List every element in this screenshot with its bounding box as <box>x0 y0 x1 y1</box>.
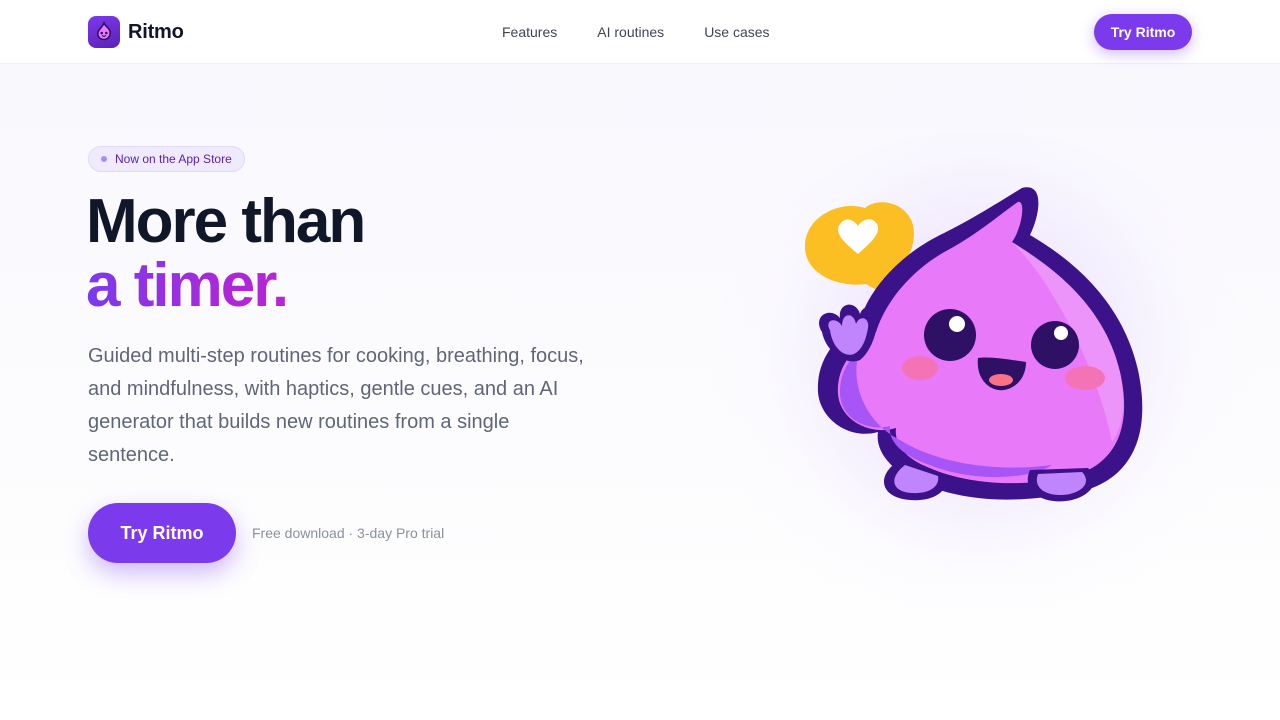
mascot-logo-icon <box>88 16 120 48</box>
main-nav: Features AI routines Use cases <box>502 22 770 42</box>
hero-headline: More than a timer. <box>86 187 366 318</box>
nav-link-features[interactable]: Features <box>502 22 557 42</box>
pricing-note: Free download · 3-day Pro trial <box>252 525 445 541</box>
headline-line-2: a timer. <box>86 254 364 318</box>
app-store-badge: Now on the App Store <box>88 146 245 172</box>
mascot-illustration <box>700 120 1260 640</box>
brand-link[interactable]: Ritmo <box>88 16 184 48</box>
header-try-ritmo-button[interactable]: Try Ritmo <box>1094 14 1192 50</box>
brand-name: Ritmo <box>128 20 184 43</box>
hero-try-ritmo-button[interactable]: Try Ritmo <box>88 503 236 563</box>
nav-link-use-cases[interactable]: Use cases <box>704 22 769 42</box>
badge-text: Now on the App Store <box>115 152 232 166</box>
headline-line-1: More than <box>86 187 366 256</box>
site-header: Ritmo Features AI routines Use cases Try… <box>0 0 1280 64</box>
ritmo-mascot-icon <box>804 187 1143 502</box>
hero-description: Guided multi-step routines for cooking, … <box>88 345 584 466</box>
nav-link-ai-routines[interactable]: AI routines <box>597 22 664 42</box>
badge-dot-icon <box>101 156 107 162</box>
